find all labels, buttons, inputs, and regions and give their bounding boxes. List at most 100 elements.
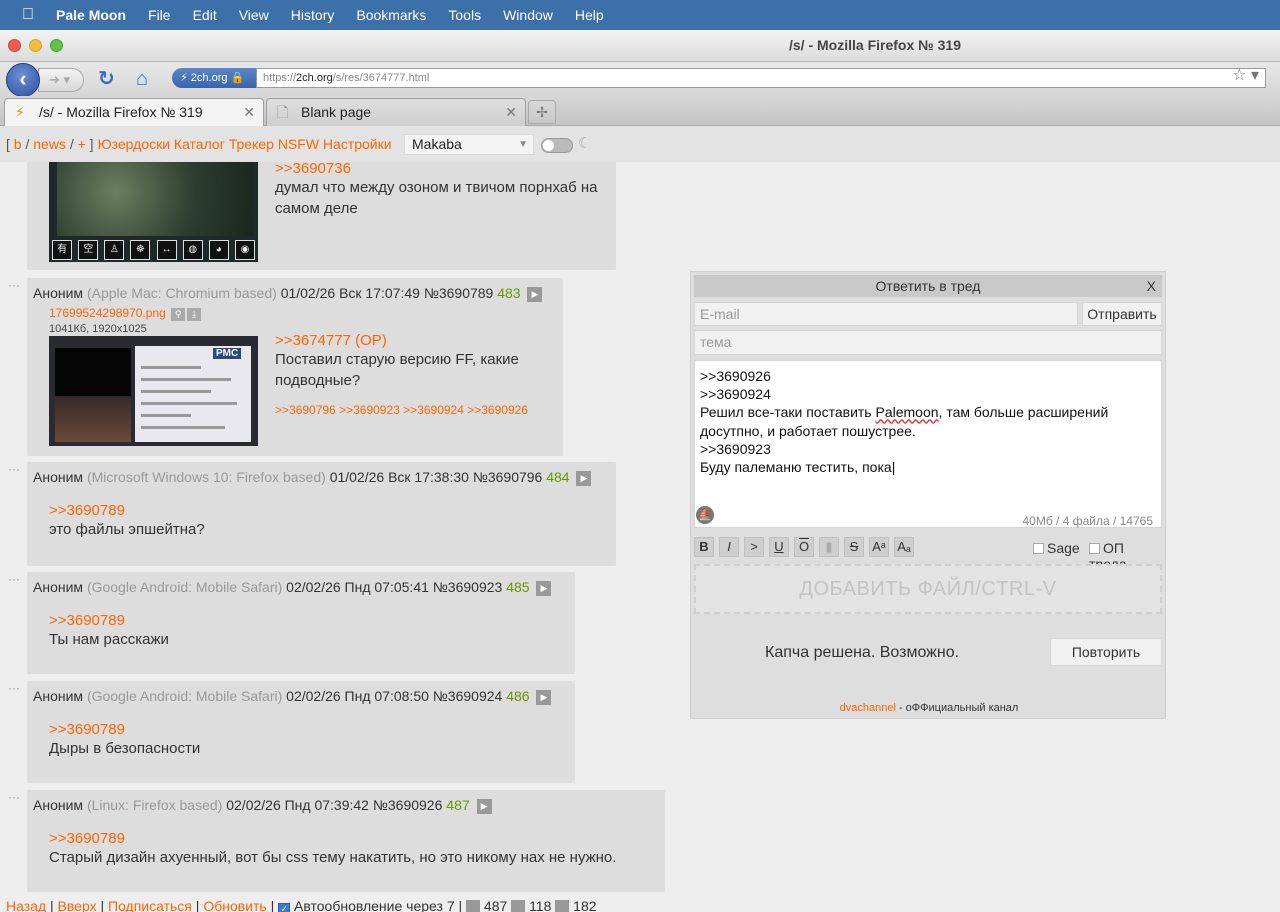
subscript-button[interactable]: Aₐ: [894, 537, 914, 557]
file-drop-zone[interactable]: ДОБАВИТЬ ФАЙЛ/CTRL-V: [694, 564, 1162, 614]
download-icon[interactable]: ⤓: [187, 308, 202, 322]
nav-link-tracker[interactable]: Трекер: [229, 136, 274, 152]
post-os: (Microsoft Windows 10: Firefox based): [86, 469, 326, 485]
board-link-plus[interactable]: +: [78, 136, 86, 152]
reply-link[interactable]: >>3674777 (OP): [275, 332, 555, 349]
underline-button[interactable]: U: [769, 537, 789, 557]
board-link-news[interactable]: news: [33, 136, 66, 152]
night-mode-toggle[interactable]: [541, 138, 573, 153]
refresh-link[interactable]: Обновить: [203, 898, 266, 912]
post-image-thumbnail[interactable]: PMC: [49, 336, 258, 446]
nav-link-nsfw[interactable]: NSFW: [278, 136, 319, 152]
thumbnail-logo: PMC: [213, 348, 242, 359]
post-number[interactable]: №3690926: [373, 797, 443, 813]
subscribe-link[interactable]: Подписаться: [108, 898, 192, 912]
send-button[interactable]: Отправить: [1082, 302, 1162, 326]
menu-bookmarks[interactable]: Bookmarks: [345, 7, 437, 23]
upload-limit-counter: 40Мб / 4 файла / 14765: [1022, 514, 1153, 528]
close-reply-form-button[interactable]: X: [1147, 275, 1156, 297]
post-number[interactable]: №3690924: [433, 688, 503, 704]
autoupdate-checkbox[interactable]: ✓: [278, 903, 291, 912]
quote-button[interactable]: >: [744, 537, 764, 557]
site-identity-badge[interactable]: ⚡ 2ch.org 🔒: [172, 68, 256, 88]
play-icon[interactable]: ▶: [536, 580, 552, 596]
search-icon[interactable]: ⚲: [171, 308, 186, 322]
strike-button[interactable]: S: [844, 537, 864, 557]
play-icon[interactable]: ▶: [576, 470, 592, 486]
checkbox[interactable]: [1033, 543, 1044, 554]
menu-window[interactable]: Window: [492, 7, 564, 23]
comment-line: досутпно, и работает пошустрее.: [700, 422, 916, 439]
top-link[interactable]: Вверх: [58, 898, 97, 912]
backlink[interactable]: >>3690796: [275, 403, 336, 417]
checkbox[interactable]: [1089, 543, 1100, 554]
post-menu-icon[interactable]: ···: [8, 790, 20, 804]
reply-link[interactable]: >>3690789: [49, 721, 200, 738]
window-title-bar: /s/ - Mozilla Firefox № 319: [0, 30, 1280, 62]
new-tab-button[interactable]: ✢: [528, 100, 556, 124]
tab-blank-page[interactable]: 🗋 Blank page ✕: [266, 98, 526, 126]
post-number[interactable]: №3690796: [473, 469, 543, 485]
play-icon[interactable]: ▶: [527, 286, 543, 302]
sage-checkbox[interactable]: Sage: [1033, 540, 1080, 556]
backlink[interactable]: >>3690923: [339, 403, 400, 417]
menu-view[interactable]: View: [228, 7, 280, 23]
tab-s-board[interactable]: ⚡ /s/ - Mozilla Firefox № 319 ✕: [4, 98, 264, 126]
style-select[interactable]: Makaba ▼: [404, 134, 534, 155]
backlink[interactable]: >>3690926: [467, 403, 528, 417]
email-field[interactable]: E-mail: [694, 302, 1078, 326]
menu-app-name[interactable]: Pale Moon: [56, 7, 137, 23]
spoiler-button[interactable]: ▮: [819, 537, 839, 557]
post-menu-icon[interactable]: ···: [8, 278, 20, 292]
superscript-button[interactable]: Aᵃ: [869, 537, 889, 557]
post-backlinks: >>3690796 >>3690923 >>3690924 >>3690926: [275, 403, 555, 417]
reply-form-header[interactable]: Ответить в тред X: [694, 275, 1162, 297]
post-menu-icon[interactable]: ···: [8, 462, 20, 476]
backlink[interactable]: >>3690924: [403, 403, 464, 417]
comment-textarea[interactable]: >>3690926 >>3690924 Решил все-таки поста…: [694, 360, 1162, 528]
close-tab-icon[interactable]: ✕: [505, 99, 517, 125]
bold-button[interactable]: B: [694, 537, 714, 557]
nav-link-catalog[interactable]: Каталог: [174, 136, 225, 152]
italic-button[interactable]: I: [719, 537, 739, 557]
subject-field[interactable]: тема: [694, 330, 1162, 355]
menu-history[interactable]: History: [280, 7, 346, 23]
post-number[interactable]: №3690923: [433, 579, 503, 595]
nav-link-userboards[interactable]: Юзердоски: [97, 136, 170, 152]
site-badge-label: 2ch.org: [190, 72, 228, 84]
reply-link[interactable]: >>3690789: [49, 830, 659, 847]
forward-button[interactable]: ➜ ▾: [38, 68, 84, 92]
reply-link[interactable]: >>3690789: [49, 612, 169, 629]
channel-link[interactable]: dvachannel: [840, 702, 896, 714]
post-datetime: 02/02/26 Пнд 07:08:50: [286, 688, 429, 704]
file-name-link[interactable]: 17699524298970.png ⚲ ⤓: [49, 306, 202, 322]
post-menu-icon[interactable]: ···: [8, 572, 20, 586]
reload-button[interactable]: ↻: [98, 68, 120, 90]
reply-link[interactable]: >>3690789: [49, 502, 205, 519]
menu-file[interactable]: File: [137, 7, 182, 23]
bookmark-star-icon[interactable]: ☆ ▾: [1232, 67, 1259, 85]
overline-button[interactable]: O: [794, 537, 814, 557]
back-link[interactable]: Назад: [6, 898, 46, 912]
comment-line: >>3690923: [700, 440, 771, 457]
post-number[interactable]: №3690789: [424, 285, 494, 301]
menu-tools[interactable]: Tools: [437, 7, 492, 23]
back-button[interactable]: ‹: [6, 63, 40, 97]
close-tab-icon[interactable]: ✕: [243, 99, 255, 125]
home-button[interactable]: ⌂: [136, 68, 160, 90]
board-link-b[interactable]: b: [14, 136, 22, 152]
menu-edit[interactable]: Edit: [182, 7, 228, 23]
nav-link-settings[interactable]: Настройки: [323, 136, 392, 152]
menu-help[interactable]: Help: [564, 7, 615, 23]
play-icon[interactable]: ▶: [476, 798, 492, 814]
sail-icon[interactable]: ⛵: [696, 506, 714, 524]
retry-captcha-button[interactable]: Повторить: [1050, 638, 1162, 666]
reply-link[interactable]: >>3690736: [275, 162, 605, 177]
post-image-thumbnail[interactable]: 有空 ♙ ☸ ↔ ◍ ◕ ◉: [49, 162, 258, 262]
post-index: 484: [546, 469, 570, 485]
url-input[interactable]: https://2ch.org/s/res/3674777.html ☆ ▾: [256, 67, 1266, 88]
post-menu-icon[interactable]: ···: [8, 681, 20, 695]
apple-icon[interactable]: : [0, 6, 56, 24]
post-os: (Google Android: Mobile Safari): [86, 579, 283, 595]
play-icon[interactable]: ▶: [536, 689, 552, 705]
